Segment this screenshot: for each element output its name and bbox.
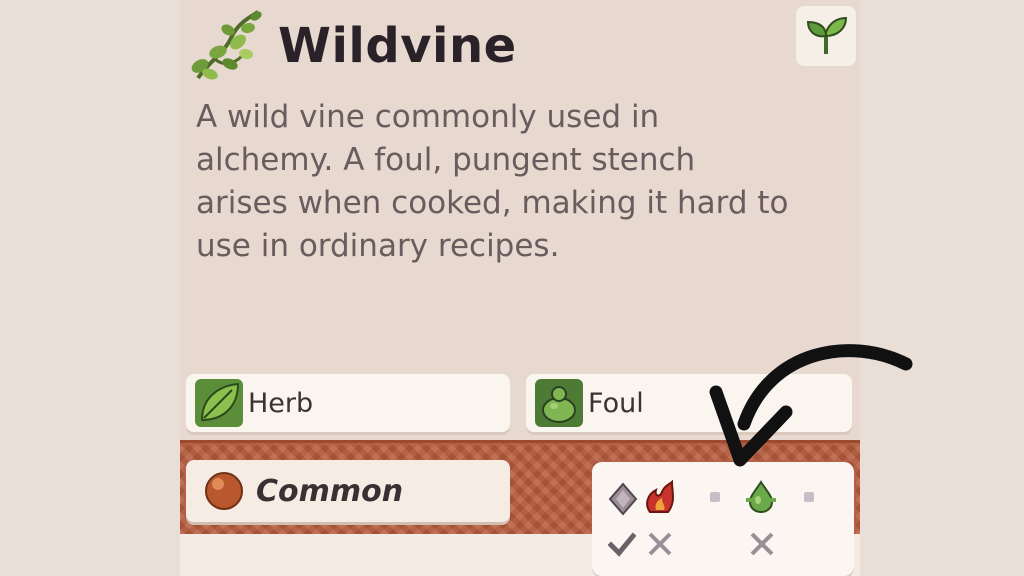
- item-card: Wildvine A wild vine commonly used in al…: [180, 0, 860, 576]
- check-icon: [608, 532, 636, 557]
- screen: Wildvine A wild vine commonly used in al…: [0, 0, 1024, 576]
- rarity-label: Common: [256, 473, 404, 509]
- cross-icon: [750, 532, 774, 556]
- sprout-icon: [806, 16, 848, 54]
- pointer-arrow-icon: [709, 344, 913, 467]
- tag-label-foul: Foul: [588, 387, 644, 419]
- vine-icon: [191, 10, 262, 80]
- cross-icon: [648, 532, 672, 556]
- category-badge[interactable]: [796, 6, 856, 66]
- bronze-orb-icon: [205, 472, 243, 510]
- gray-diamond-icon: [608, 482, 638, 516]
- item-header: Wildvine: [188, 6, 517, 86]
- leaf-icon: [195, 379, 243, 427]
- red-flame-icon: [646, 480, 674, 513]
- green-drop-icon: [746, 480, 776, 514]
- dot-icon: [710, 492, 720, 502]
- tag-herb[interactable]: Herb: [186, 374, 510, 432]
- foul-blob-icon: [535, 379, 583, 427]
- tag-label-herb: Herb: [248, 387, 314, 419]
- item-description: A wild vine commonly used in alchemy. A …: [196, 99, 789, 264]
- item-title: Wildvine: [278, 18, 517, 74]
- rarity-badge[interactable]: Common: [186, 460, 510, 522]
- dot-icon: [804, 492, 814, 502]
